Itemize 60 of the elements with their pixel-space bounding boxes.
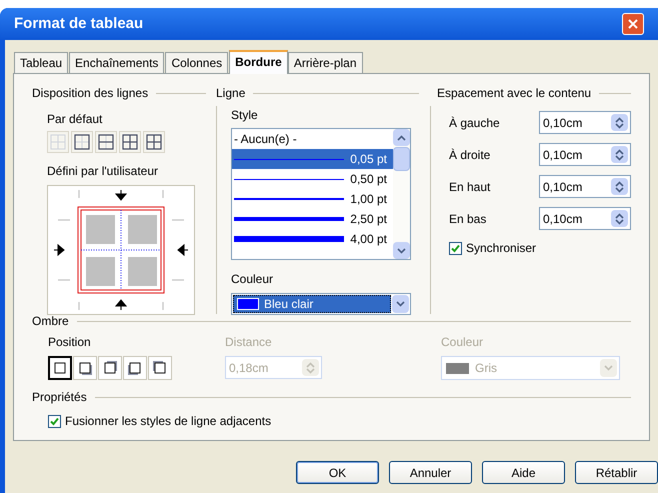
list-item[interactable]: 2,50 pt (232, 209, 393, 229)
list-item[interactable]: - Aucun(e) - (232, 129, 393, 149)
field-label: Style (231, 107, 259, 124)
group-title: Ombre (32, 313, 69, 330)
dialog-button[interactable]: OK (296, 461, 379, 484)
close-icon[interactable] (622, 13, 644, 35)
spin-buttons[interactable] (611, 210, 628, 227)
list-item[interactable]: 0,05 pt (232, 149, 393, 169)
field-label: En haut (449, 178, 492, 196)
field-label: À droite (449, 146, 492, 164)
dialog-button[interactable]: Annuler (389, 461, 472, 484)
tab[interactable]: Arrière-plan (288, 52, 363, 73)
field-label: À gauche (449, 114, 501, 132)
tab[interactable]: Colonnes (165, 52, 228, 73)
scroll-down-icon[interactable] (393, 242, 410, 259)
scrollbar[interactable] (393, 129, 410, 259)
border-preset-icon[interactable] (143, 131, 165, 153)
spin-buttons[interactable] (611, 178, 628, 195)
spin-buttons[interactable] (611, 114, 628, 131)
scroll-thumb[interactable] (393, 147, 410, 171)
tab[interactable]: Enchaînements (69, 52, 164, 73)
group-title: Propriétés (32, 389, 87, 406)
spin-buttons[interactable] (611, 146, 628, 163)
field-label: Défini par l'utilisateur (47, 163, 160, 180)
dropdown-value: Bleu clair (264, 296, 314, 313)
dialog-button[interactable]: Rétablir (575, 461, 658, 484)
field-label: En bas (449, 210, 488, 228)
dropdown-value: Gris (475, 360, 497, 377)
checkbox[interactable] (48, 414, 61, 428)
list-item[interactable]: 1,00 pt (232, 189, 393, 209)
border-preset-icon[interactable] (119, 131, 141, 153)
border-preset-icon[interactable] (95, 131, 117, 153)
field-label: Couleur (441, 334, 484, 351)
color-swatch (446, 362, 469, 374)
style-list[interactable]: - Aucun(e) - 0,05 pt 0,50 pt 1,00 pt 2,50 pt 4,00 pt (231, 128, 411, 260)
border-preset-icon[interactable] (71, 131, 93, 153)
spin-field[interactable]: 0,10cm (539, 175, 631, 198)
checkbox-label: Fusionner les styles de ligne adjacents (65, 413, 272, 430)
checkbox[interactable] (449, 242, 462, 254)
field-label: Couleur (231, 271, 274, 288)
field-label: Par défaut (47, 111, 104, 128)
border-preview[interactable] (47, 185, 195, 315)
group-title: Disposition des lignes (32, 85, 148, 102)
field-label: Position (48, 334, 92, 351)
color-swatch (237, 298, 259, 310)
spin-field[interactable]: 0,10cm (539, 143, 631, 166)
list-item[interactable]: 4,00 pt (232, 229, 393, 249)
checkbox-label: Synchroniser (466, 240, 536, 257)
group-title: Ligne (216, 85, 246, 102)
field-label: Distance (225, 334, 273, 351)
group-title: Espacement avec le contenu (437, 85, 592, 102)
color-dropdown[interactable]: Bleu clair (231, 293, 411, 315)
window-title: Format de tableau (14, 14, 144, 34)
spin-field[interactable]: 0,10cm (539, 111, 631, 134)
spin-field[interactable]: 0,10cm (539, 207, 631, 230)
dialog-button[interactable]: Aide (482, 461, 565, 484)
list-item[interactable]: 0,50 pt (232, 169, 393, 189)
scroll-up-icon[interactable] (393, 129, 410, 146)
tab[interactable]: Bordure (229, 50, 288, 74)
tab[interactable]: Tableau (14, 52, 68, 73)
